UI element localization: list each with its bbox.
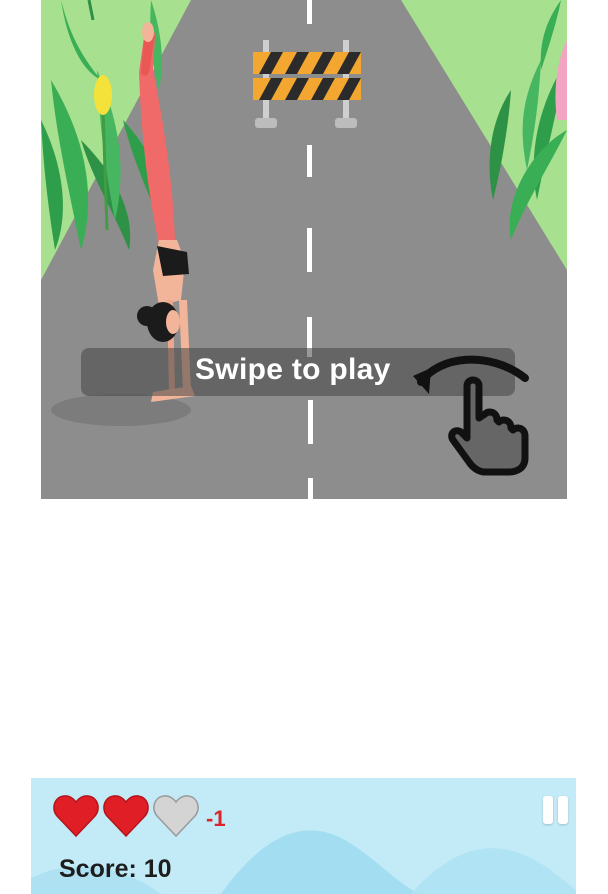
swipe-hand-icon: [413, 355, 529, 476]
pause-icon: [543, 796, 553, 824]
heart-full-icon: [53, 795, 99, 838]
pause-button[interactable]: [541, 794, 571, 828]
swipe-prompt-text: Swipe to play: [195, 353, 391, 386]
score-label: Score: 10: [59, 855, 172, 883]
game-scene[interactable]: Swipe to play: [41, 0, 567, 499]
life-delta-text: -1: [206, 806, 226, 831]
heart-full-icon: [103, 795, 149, 838]
heart-empty-icon: [153, 795, 199, 838]
hud-panel: -1 Score: 10: [31, 778, 576, 894]
